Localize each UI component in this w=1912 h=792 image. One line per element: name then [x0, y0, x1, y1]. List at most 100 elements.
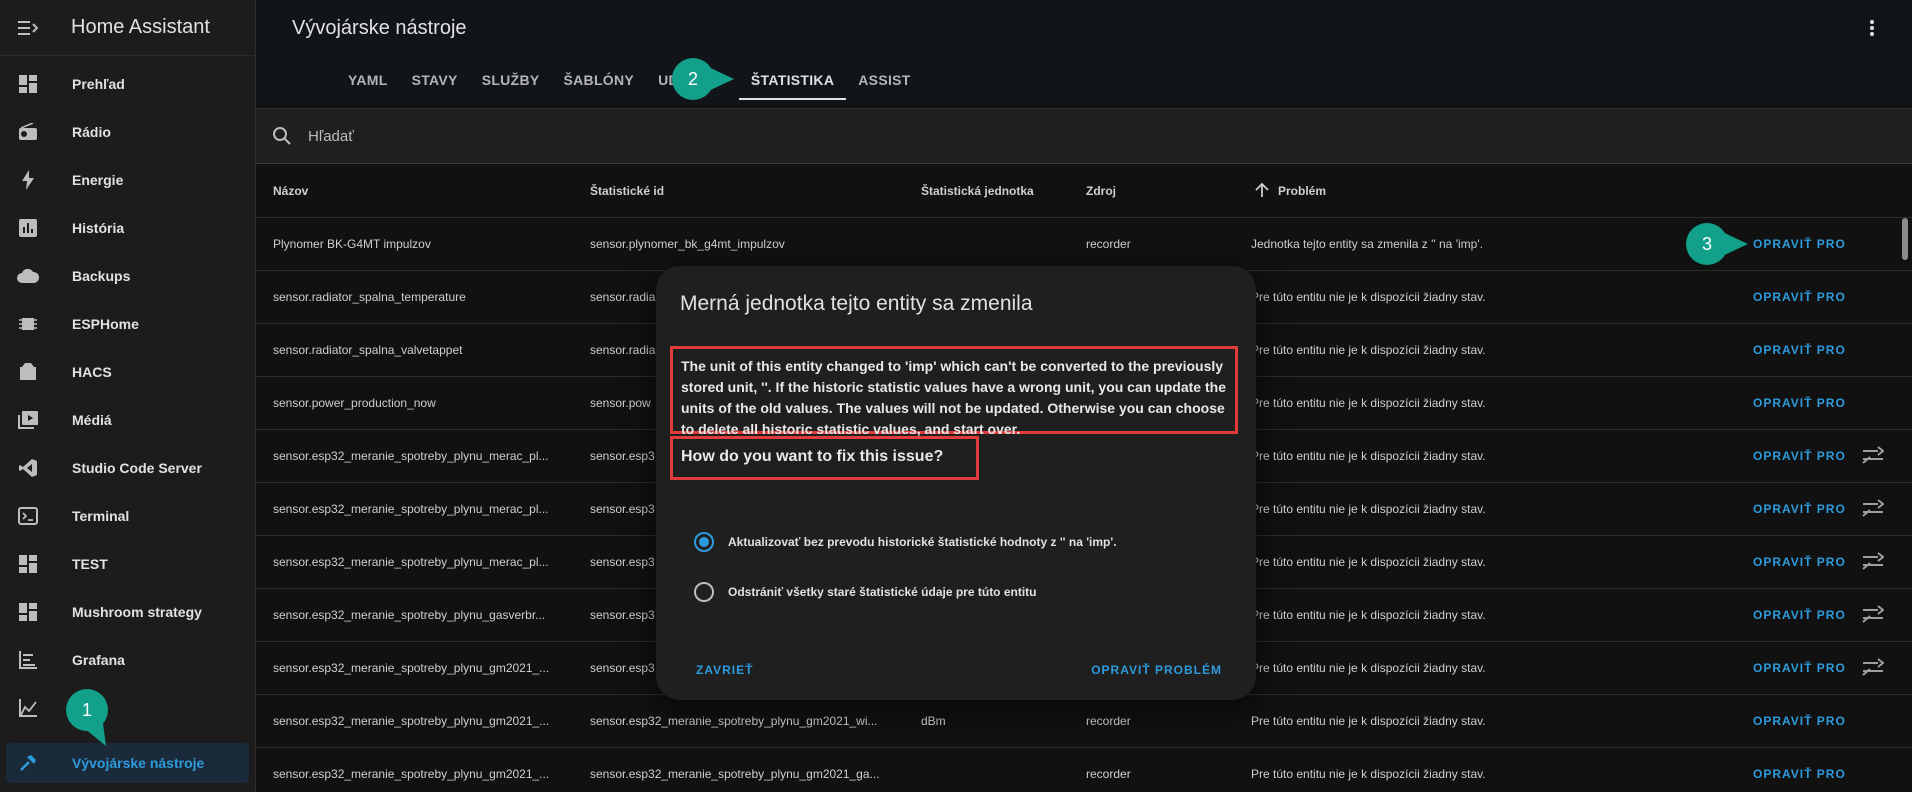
tab-stavy[interactable]: STAVY [400, 56, 470, 104]
header-id[interactable]: Štatistické id [590, 184, 890, 198]
cell-problem: Pre túto entitu nie je k dispozícii žiad… [1251, 449, 1486, 463]
page-title: Vývojárske nástroje [292, 16, 467, 39]
cell-problem: Pre túto entitu nie je k dispozícii žiad… [1251, 555, 1486, 569]
option-update-units[interactable]: Aktualizovať bez prevodu historické štat… [694, 532, 1117, 552]
adjust-sum-icon[interactable] [1862, 498, 1885, 520]
close-button[interactable]: ZAVRIEŤ [696, 663, 753, 677]
sidebar-item-studio-code-server[interactable]: Studio Code Server [0, 444, 255, 492]
cell-name: sensor.esp32_meranie_spotreby_plynu_mera… [273, 502, 549, 516]
radio-selected[interactable] [694, 532, 714, 552]
option-delete-stats[interactable]: Odstrániť všetky staré štatistické údaje… [694, 582, 1037, 602]
app-title: Home Assistant [71, 16, 210, 38]
dialog-title: Merná jednotka tejto entity sa zmenila [680, 292, 1033, 315]
sidebar-item-label: TEST [72, 556, 108, 572]
sidebar-item-backups[interactable]: Backups [0, 252, 255, 300]
header-unit[interactable]: Štatistická jednotka [921, 184, 1034, 198]
header-source[interactable]: Zdroj [1086, 184, 1116, 198]
adjust-sum-icon[interactable] [1862, 551, 1885, 573]
tab-assist[interactable]: ASSIST [846, 56, 922, 104]
scrollbar[interactable] [1902, 218, 1908, 260]
sidebar-item-r-dio[interactable]: Rádio [0, 108, 255, 156]
sidebar-item-label: Mushroom strategy [72, 604, 202, 620]
cell-problem: Pre túto entitu nie je k dispozícii žiad… [1251, 343, 1486, 357]
fix-button[interactable]: OPRAVIŤ PRO [1753, 449, 1846, 463]
sidebar-item-label: Grafana [72, 652, 125, 668]
lightning-icon [0, 170, 56, 190]
fix-button[interactable]: OPRAVIŤ PRO [1753, 396, 1846, 410]
cell-source: recorder [1086, 767, 1131, 781]
header-name[interactable]: Názov [273, 184, 563, 198]
dialog-question: How do you want to fix this issue? [670, 436, 979, 480]
cell-problem: Pre túto entitu nie je k dispozícii žiad… [1251, 396, 1486, 410]
header-problem[interactable]: Problém [1278, 184, 1326, 198]
sidebar-item-label: Médiá [72, 412, 112, 428]
tab-šablóny[interactable]: ŠABLÓNY [552, 56, 647, 104]
sidebar-item-label: Backups [72, 268, 131, 284]
cell-problem: Pre túto entitu nie je k dispozícii žiad… [1251, 608, 1486, 622]
cell-name: sensor.esp32_meranie_spotreby_plynu_mera… [273, 449, 549, 463]
cell-source: recorder [1086, 714, 1131, 728]
sidebar-item-energie[interactable]: Energie [0, 156, 255, 204]
fix-button[interactable]: OPRAVIŤ PRO [1753, 502, 1846, 516]
tab-štatistika[interactable]: ŠTATISTIKA [738, 56, 847, 104]
fix-button[interactable]: OPRAVIŤ PRO [1753, 555, 1846, 569]
adjust-sum-icon[interactable] [1862, 445, 1885, 467]
fix-button[interactable]: OPRAVIŤ PRO [1753, 290, 1846, 304]
sidebar-item-preh-ad[interactable]: Prehľad [0, 60, 255, 108]
menu-icon[interactable] [0, 20, 56, 36]
sidebar-item-terminal[interactable]: Terminal [0, 492, 255, 540]
fix-button[interactable]: OPRAVIŤ PRO [1753, 661, 1846, 675]
badge-pointer-2 [702, 64, 734, 94]
search-input[interactable]: Hľadať [308, 128, 354, 145]
badge-pointer-3 [1716, 229, 1748, 259]
table-row[interactable]: Plynomer BK-G4MT impulzov sensor.plynomer… [256, 218, 1912, 271]
sidebar-header: Home Assistant [0, 0, 255, 56]
cell-name: sensor.radiator_spalna_temperature [273, 290, 466, 304]
chart-box-icon [0, 219, 56, 237]
table-row[interactable]: sensor.esp32_meranie_spotreby_plynu_gm20… [256, 748, 1912, 792]
cell-name: sensor.power_production_now [273, 396, 436, 410]
tab-yaml[interactable]: YAML [336, 56, 400, 104]
sidebar-item-esphome[interactable]: ESPHome [0, 300, 255, 348]
search-bar[interactable]: Hľadať [256, 108, 1912, 164]
sidebar-item-label: Energie [72, 172, 124, 188]
more-vert-icon[interactable] [1860, 16, 1884, 40]
cell-id: sensor.esp32_meranie_spotreby_plynu_gm20… [590, 714, 878, 728]
fix-button[interactable]: OPRAVIŤ PRO [1753, 343, 1846, 357]
sidebar-item-db[interactable]: DB [0, 684, 255, 732]
cell-problem: Pre túto entitu nie je k dispozícii žiad… [1251, 290, 1486, 304]
sidebar-item-label: HACS [72, 364, 112, 380]
sidebar-item-label: Rádio [72, 124, 111, 140]
sidebar-item-hist-ria[interactable]: História [0, 204, 255, 252]
sidebar: Home Assistant Prehľad Rádio Energie Histór… [0, 0, 256, 792]
sidebar-item-hacs[interactable]: HACS [0, 348, 255, 396]
sidebar-item-m-di-[interactable]: Médiá [0, 396, 255, 444]
arrow-up-icon[interactable] [1254, 182, 1270, 201]
sidebar-item-developer-tools[interactable]: Vývojárske nástroje [6, 743, 249, 783]
adjust-sum-icon[interactable] [1862, 604, 1885, 626]
cell-problem: Jednotka tejto entity sa zmenila z '' na… [1251, 237, 1483, 251]
adjust-sum-icon[interactable] [1862, 657, 1885, 679]
fix-problem-button[interactable]: OPRAVIŤ PROBLÉM [1091, 663, 1222, 677]
dialog-description: The unit of this entity changed to 'imp'… [670, 346, 1238, 437]
table-row[interactable]: sensor.esp32_meranie_spotreby_plynu_gm20… [256, 695, 1912, 748]
table-header: Názov Štatistické id Štatistická jednotk… [256, 164, 1912, 218]
chart-areaspline-icon [0, 699, 56, 717]
dashboard-icon [0, 75, 56, 93]
dashboard-icon [0, 555, 56, 573]
fix-issue-dialog: Merná jednotka tejto entity sa zmenila T… [656, 266, 1256, 700]
sidebar-item-label: Prehľad [72, 76, 125, 92]
fix-button[interactable]: OPRAVIŤ PRO [1753, 608, 1846, 622]
tab-služby[interactable]: SLUŽBY [470, 56, 552, 104]
sidebar-item-label: Terminal [72, 508, 130, 524]
sidebar-item-mushroom-strategy[interactable]: Mushroom strategy [0, 588, 255, 636]
cell-name: sensor.radiator_spalna_valvetappet [273, 343, 463, 357]
radio-unselected[interactable] [694, 582, 714, 602]
sidebar-item-test[interactable]: TEST [0, 540, 255, 588]
sidebar-item-grafana[interactable]: Grafana [0, 636, 255, 684]
fix-button[interactable]: OPRAVIŤ PRO [1753, 767, 1846, 781]
cell-source: recorder [1086, 237, 1131, 251]
fix-button[interactable]: OPRAVIŤ PRO [1753, 237, 1846, 251]
fix-button[interactable]: OPRAVIŤ PRO [1753, 714, 1846, 728]
radio-icon [0, 123, 56, 141]
